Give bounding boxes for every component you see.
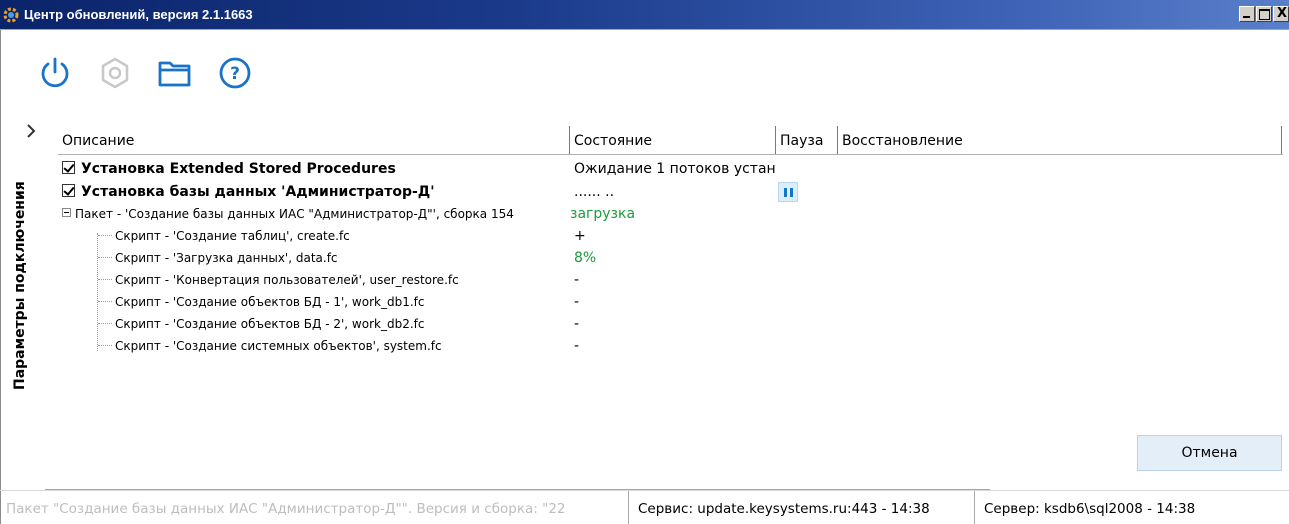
- cancel-button[interactable]: Отмена: [1137, 435, 1282, 471]
- toolbar: ?: [36, 54, 254, 92]
- connection-params-tab[interactable]: Параметры подключения: [12, 181, 28, 390]
- script-description: Скрипт - 'Конвертация пользователей', us…: [115, 273, 459, 287]
- script-status: -: [574, 294, 580, 310]
- task-description: Установка базы данных 'Администратор-Д': [81, 184, 435, 200]
- script-status: +: [574, 228, 586, 244]
- table-row[interactable]: Пакет - 'Создание базы данных ИАС "Админ…: [58, 203, 1283, 225]
- package-description: Пакет - 'Создание базы данных ИАС "Админ…: [75, 207, 514, 221]
- status-bar: Пакет "Создание базы данных ИАС "Админис…: [0, 490, 1289, 524]
- gear-icon: [101, 57, 129, 89]
- task-status: Ожидание 1 потоков установки: [574, 161, 776, 177]
- table-row[interactable]: Скрипт - 'Создание объектов БД - 2', wor…: [58, 313, 1283, 335]
- svg-text:?: ?: [230, 64, 240, 84]
- app-gear-icon: [3, 7, 19, 23]
- table-row[interactable]: Скрипт - 'Загрузка данных', data.fc 8%: [58, 247, 1283, 269]
- script-status: 8%: [574, 250, 597, 266]
- package-status: загрузка: [570, 206, 636, 222]
- task-checkbox[interactable]: [62, 161, 75, 174]
- tasks-grid: Описание Состояние Пауза Восстановление …: [58, 126, 1283, 456]
- script-description: Скрипт - 'Создание объектов БД - 2', wor…: [115, 317, 425, 331]
- power-icon: [41, 57, 69, 88]
- pause-button[interactable]: [778, 182, 798, 202]
- table-row[interactable]: Скрипт - 'Создание объектов БД - 1', wor…: [58, 291, 1283, 313]
- help-button[interactable]: ?: [216, 54, 254, 92]
- open-folder-button[interactable]: [156, 54, 194, 92]
- task-description: Установка Extended Stored Procedures: [81, 161, 396, 177]
- power-button[interactable]: [36, 54, 74, 92]
- close-button[interactable]: X: [1273, 6, 1289, 22]
- script-status: -: [574, 316, 580, 332]
- status-package-info: Пакет "Создание базы данных ИАС "Админис…: [6, 501, 566, 517]
- task-checkbox[interactable]: [62, 184, 75, 197]
- status-service: Сервис: update.keysystems.ru:443 - 14:38: [638, 501, 930, 517]
- column-header-description[interactable]: Описание: [58, 126, 570, 154]
- table-row[interactable]: Скрипт - 'Создание таблиц', create.fc +: [58, 225, 1283, 247]
- script-description: Скрипт - 'Создание таблиц', create.fc: [115, 229, 350, 243]
- folder-icon: [158, 61, 191, 87]
- settings-button[interactable]: [96, 54, 134, 92]
- column-header-restore[interactable]: Восстановление: [838, 126, 1282, 154]
- script-status: -: [574, 338, 580, 354]
- minimize-button[interactable]: [1239, 6, 1255, 22]
- script-description: Скрипт - 'Создание объектов БД - 1', wor…: [115, 295, 425, 309]
- help-icon: ?: [219, 57, 251, 89]
- pause-icon: [783, 187, 787, 197]
- close-icon: X: [1277, 6, 1288, 21]
- column-header-pause[interactable]: Пауза: [776, 126, 838, 154]
- window-controls: X: [1239, 6, 1289, 22]
- collapse-toggle-icon[interactable]: [62, 208, 71, 217]
- header-divider: [58, 154, 1283, 155]
- column-header-status[interactable]: Состояние: [570, 126, 776, 154]
- script-description: Скрипт - 'Загрузка данных', data.fc: [115, 251, 338, 265]
- table-row[interactable]: Скрипт - 'Конвертация пользователей', us…: [58, 269, 1283, 291]
- title-bar[interactable]: Центр обновлений, версия 2.1.1663 X: [0, 0, 1289, 30]
- chevron-right-icon[interactable]: [24, 122, 38, 140]
- table-row[interactable]: Скрипт - 'Создание системных объектов', …: [58, 335, 1283, 357]
- window-title: Центр обновлений, версия 2.1.1663: [24, 7, 253, 22]
- window-left-border: [0, 30, 1, 524]
- table-row[interactable]: Установка базы данных 'Администратор-Д' …: [58, 181, 1283, 203]
- script-status: -: [574, 272, 580, 288]
- table-row[interactable]: Установка Extended Stored Procedures Ожи…: [58, 158, 1283, 180]
- tree-connector: [97, 233, 98, 351]
- status-server: Сервер: ksdb6\sql2008 - 14:38: [984, 501, 1196, 517]
- maximize-button[interactable]: [1256, 6, 1272, 22]
- task-status: ...... ..: [574, 184, 615, 200]
- script-description: Скрипт - 'Создание системных объектов', …: [115, 339, 442, 353]
